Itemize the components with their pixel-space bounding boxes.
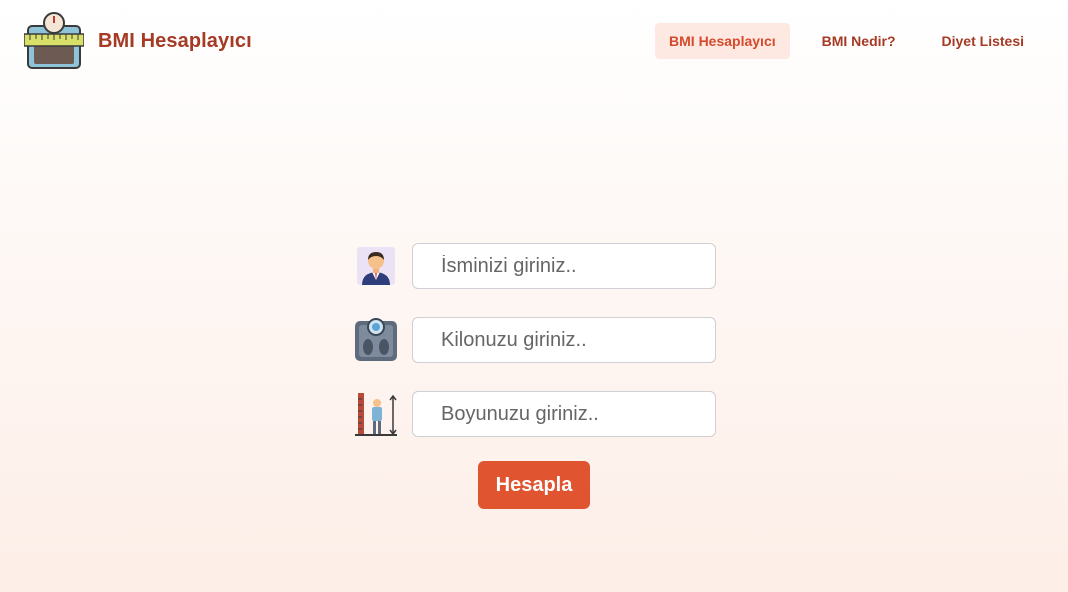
bathroom-scale-tape-icon: [24, 12, 84, 69]
bmi-form: [352, 243, 716, 465]
nav-diet-list[interactable]: Diyet Listesi: [928, 23, 1038, 59]
weight-row: [352, 317, 716, 363]
calculate-button[interactable]: Hesapla: [478, 461, 590, 509]
submit-wrap: Hesapla: [478, 461, 590, 509]
brand[interactable]: BMI Hesaplayıcı: [24, 12, 252, 70]
name-input[interactable]: [412, 243, 716, 289]
main-nav: BMI Hesaplayıcı BMI Nedir? Diyet Listesi: [655, 23, 1038, 59]
brand-title: BMI Hesaplayıcı: [98, 29, 252, 52]
header: BMI Hesaplayıcı BMI Hesaplayıcı BMI Nedi…: [0, 0, 1068, 82]
height-input[interactable]: [412, 391, 716, 437]
height-measure-icon: [352, 391, 400, 437]
weight-input[interactable]: [412, 317, 716, 363]
height-row: [352, 391, 716, 437]
nav-bmi-calculator[interactable]: BMI Hesaplayıcı: [655, 23, 790, 59]
name-row: [352, 243, 716, 289]
person-avatar-icon: [352, 243, 400, 289]
weight-scale-icon: [352, 317, 400, 363]
nav-what-is-bmi[interactable]: BMI Nedir?: [808, 23, 910, 59]
